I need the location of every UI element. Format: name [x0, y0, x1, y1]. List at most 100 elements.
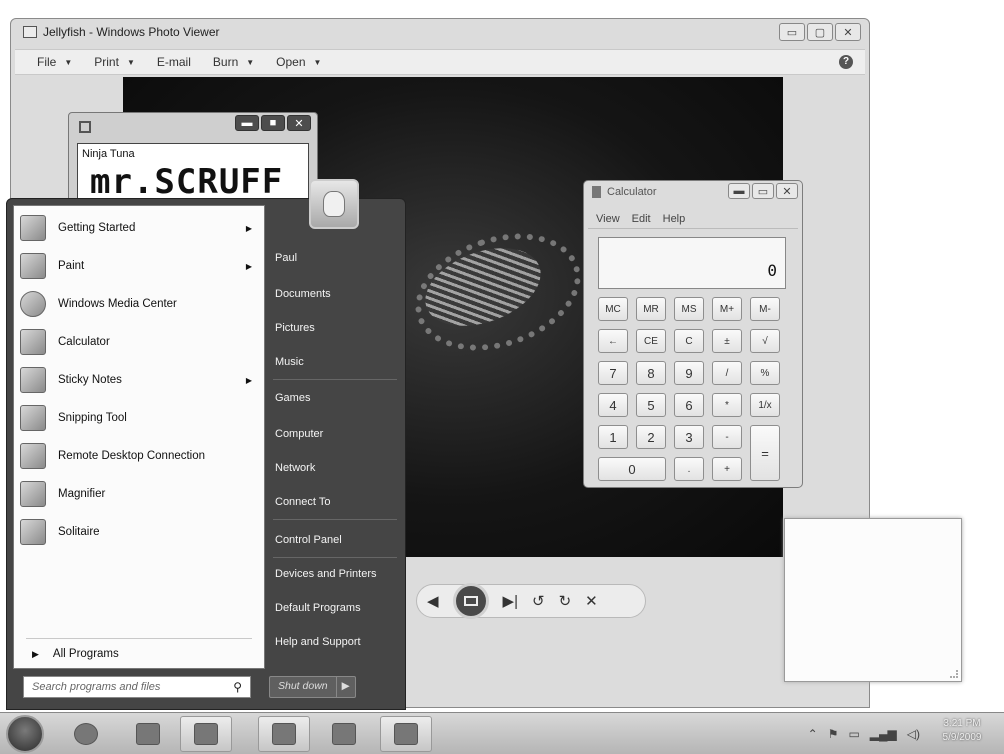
taskbar-media-player[interactable]: [180, 716, 232, 752]
divider: [273, 519, 397, 520]
divider: [273, 379, 397, 380]
start-item-pictures[interactable]: Pictures: [269, 315, 403, 341]
next-button[interactable]: ▶|: [503, 592, 518, 610]
windows-media-center-icon: [20, 291, 46, 317]
key-0[interactable]: 0: [598, 457, 666, 481]
multiply-button[interactable]: *: [712, 393, 742, 417]
menu-open[interactable]: Open ▼: [276, 55, 321, 69]
key-7[interactable]: 7: [598, 361, 628, 385]
battery-icon[interactable]: ▭: [848, 727, 859, 741]
user-avatar[interactable]: [309, 179, 359, 229]
flag-icon[interactable]: ⚑: [828, 727, 839, 741]
backspace-button[interactable]: ←: [598, 329, 628, 353]
taskbar: ⌃ ⚑ ▭ ▂▄▆ ◁) 3:21 PM 5/9/2009: [0, 712, 1004, 754]
program-sticky-notes[interactable]: Sticky Notes ▶: [20, 364, 260, 396]
menu-edit[interactable]: Edit: [632, 213, 651, 225]
program-snipping-tool[interactable]: Snipping Tool: [20, 402, 260, 434]
mr-button[interactable]: MR: [636, 297, 666, 321]
maximize-button[interactable]: ■: [261, 115, 285, 131]
close-button[interactable]: ✕: [776, 183, 798, 199]
previous-button[interactable]: ◀: [427, 592, 439, 610]
show-hidden-icons[interactable]: ⌃: [808, 727, 818, 741]
start-item-default-programs[interactable]: Default Programs: [269, 595, 403, 621]
program-solitaire[interactable]: Solitaire: [20, 516, 260, 548]
taskbar-calculator[interactable]: [380, 716, 432, 752]
clock[interactable]: 3:21 PM 5/9/2009: [930, 717, 994, 745]
sqrt-button[interactable]: √: [750, 329, 780, 353]
program-windows-media-center[interactable]: Windows Media Center: [20, 288, 260, 320]
percent-button[interactable]: %: [750, 361, 780, 385]
start-item-user[interactable]: Paul: [269, 245, 403, 271]
key-5[interactable]: 5: [636, 393, 666, 417]
start-item-games[interactable]: Games: [269, 385, 403, 411]
start-item-help-support[interactable]: Help and Support: [269, 629, 403, 655]
m-plus-button[interactable]: M+: [712, 297, 742, 321]
equals-button[interactable]: =: [750, 425, 780, 481]
maximize-button[interactable]: ▭: [752, 183, 774, 199]
close-button[interactable]: ✕: [287, 115, 311, 131]
divide-button[interactable]: /: [712, 361, 742, 385]
search-placeholder: Search programs and files: [32, 681, 161, 693]
menu-print[interactable]: Print ▼: [94, 55, 135, 69]
rotate-right-button[interactable]: ↻: [559, 592, 572, 610]
menu-email[interactable]: E-mail: [157, 55, 191, 69]
menu-view[interactable]: View: [596, 213, 620, 225]
start-button[interactable]: [6, 715, 44, 753]
minimize-button[interactable]: ▬: [235, 115, 259, 131]
photo-viewer-icon: [272, 723, 296, 745]
key-1[interactable]: 1: [598, 425, 628, 449]
taskbar-internet-explorer[interactable]: [60, 716, 112, 752]
close-button[interactable]: ✕: [835, 23, 861, 41]
subtract-button[interactable]: -: [712, 425, 742, 449]
maximize-button[interactable]: ▢: [807, 23, 833, 41]
slideshow-button[interactable]: [452, 583, 489, 619]
start-item-music[interactable]: Music: [269, 349, 403, 375]
program-magnifier[interactable]: Magnifier: [20, 478, 260, 510]
taskbar-explorer[interactable]: [122, 716, 174, 752]
minimize-button[interactable]: ▬: [728, 183, 750, 199]
sign-button[interactable]: ±: [712, 329, 742, 353]
start-item-network[interactable]: Network: [269, 455, 403, 481]
key-6[interactable]: 6: [674, 393, 704, 417]
search-icon: ⚲: [233, 680, 242, 694]
shutdown-button[interactable]: Shut down: [269, 676, 337, 698]
program-getting-started[interactable]: Getting Started ▶: [20, 212, 260, 244]
key-2[interactable]: 2: [636, 425, 666, 449]
rotate-left-button[interactable]: ↺: [532, 592, 545, 610]
volume-icon[interactable]: ◁): [907, 727, 920, 741]
ce-button[interactable]: CE: [636, 329, 666, 353]
key-3[interactable]: 3: [674, 425, 704, 449]
start-item-devices-printers[interactable]: Devices and Printers: [269, 561, 403, 587]
c-button[interactable]: C: [674, 329, 704, 353]
key-9[interactable]: 9: [674, 361, 704, 385]
key-4[interactable]: 4: [598, 393, 628, 417]
shutdown-options-button[interactable]: ▶: [336, 676, 356, 698]
reciprocal-button[interactable]: 1/x: [750, 393, 780, 417]
minimize-button[interactable]: ▭: [779, 23, 805, 41]
decimal-button[interactable]: .: [674, 457, 704, 481]
menu-file[interactable]: File ▼: [37, 55, 72, 69]
add-button[interactable]: +: [712, 457, 742, 481]
start-item-control-panel[interactable]: Control Panel: [269, 527, 403, 553]
program-remote-desktop[interactable]: Remote Desktop Connection: [20, 440, 260, 472]
delete-button[interactable]: ✕: [585, 592, 598, 610]
menu-burn[interactable]: Burn ▼: [213, 55, 254, 69]
photo-viewer-menubar: File ▼ Print ▼ E-mail Burn ▼ Open ▼ ?: [15, 49, 865, 75]
mc-button[interactable]: MC: [598, 297, 628, 321]
resize-grip-icon[interactable]: [950, 670, 958, 678]
ms-button[interactable]: MS: [674, 297, 704, 321]
start-item-documents[interactable]: Documents: [269, 281, 403, 307]
program-calculator[interactable]: Calculator: [20, 326, 260, 358]
taskbar-sticky-notes[interactable]: [318, 716, 370, 752]
all-programs-button[interactable]: ▶ All Programs: [32, 648, 119, 660]
network-icon[interactable]: ▂▄▆: [870, 727, 897, 741]
taskbar-photo-viewer[interactable]: [258, 716, 310, 752]
help-icon[interactable]: ?: [839, 55, 853, 69]
start-item-computer[interactable]: Computer: [269, 421, 403, 447]
program-paint[interactable]: Paint ▶: [20, 250, 260, 282]
key-8[interactable]: 8: [636, 361, 666, 385]
start-item-connect-to[interactable]: Connect To: [269, 489, 403, 515]
search-input[interactable]: Search programs and files ⚲: [23, 676, 251, 698]
menu-help[interactable]: Help: [663, 213, 686, 225]
m-minus-button[interactable]: M-: [750, 297, 780, 321]
